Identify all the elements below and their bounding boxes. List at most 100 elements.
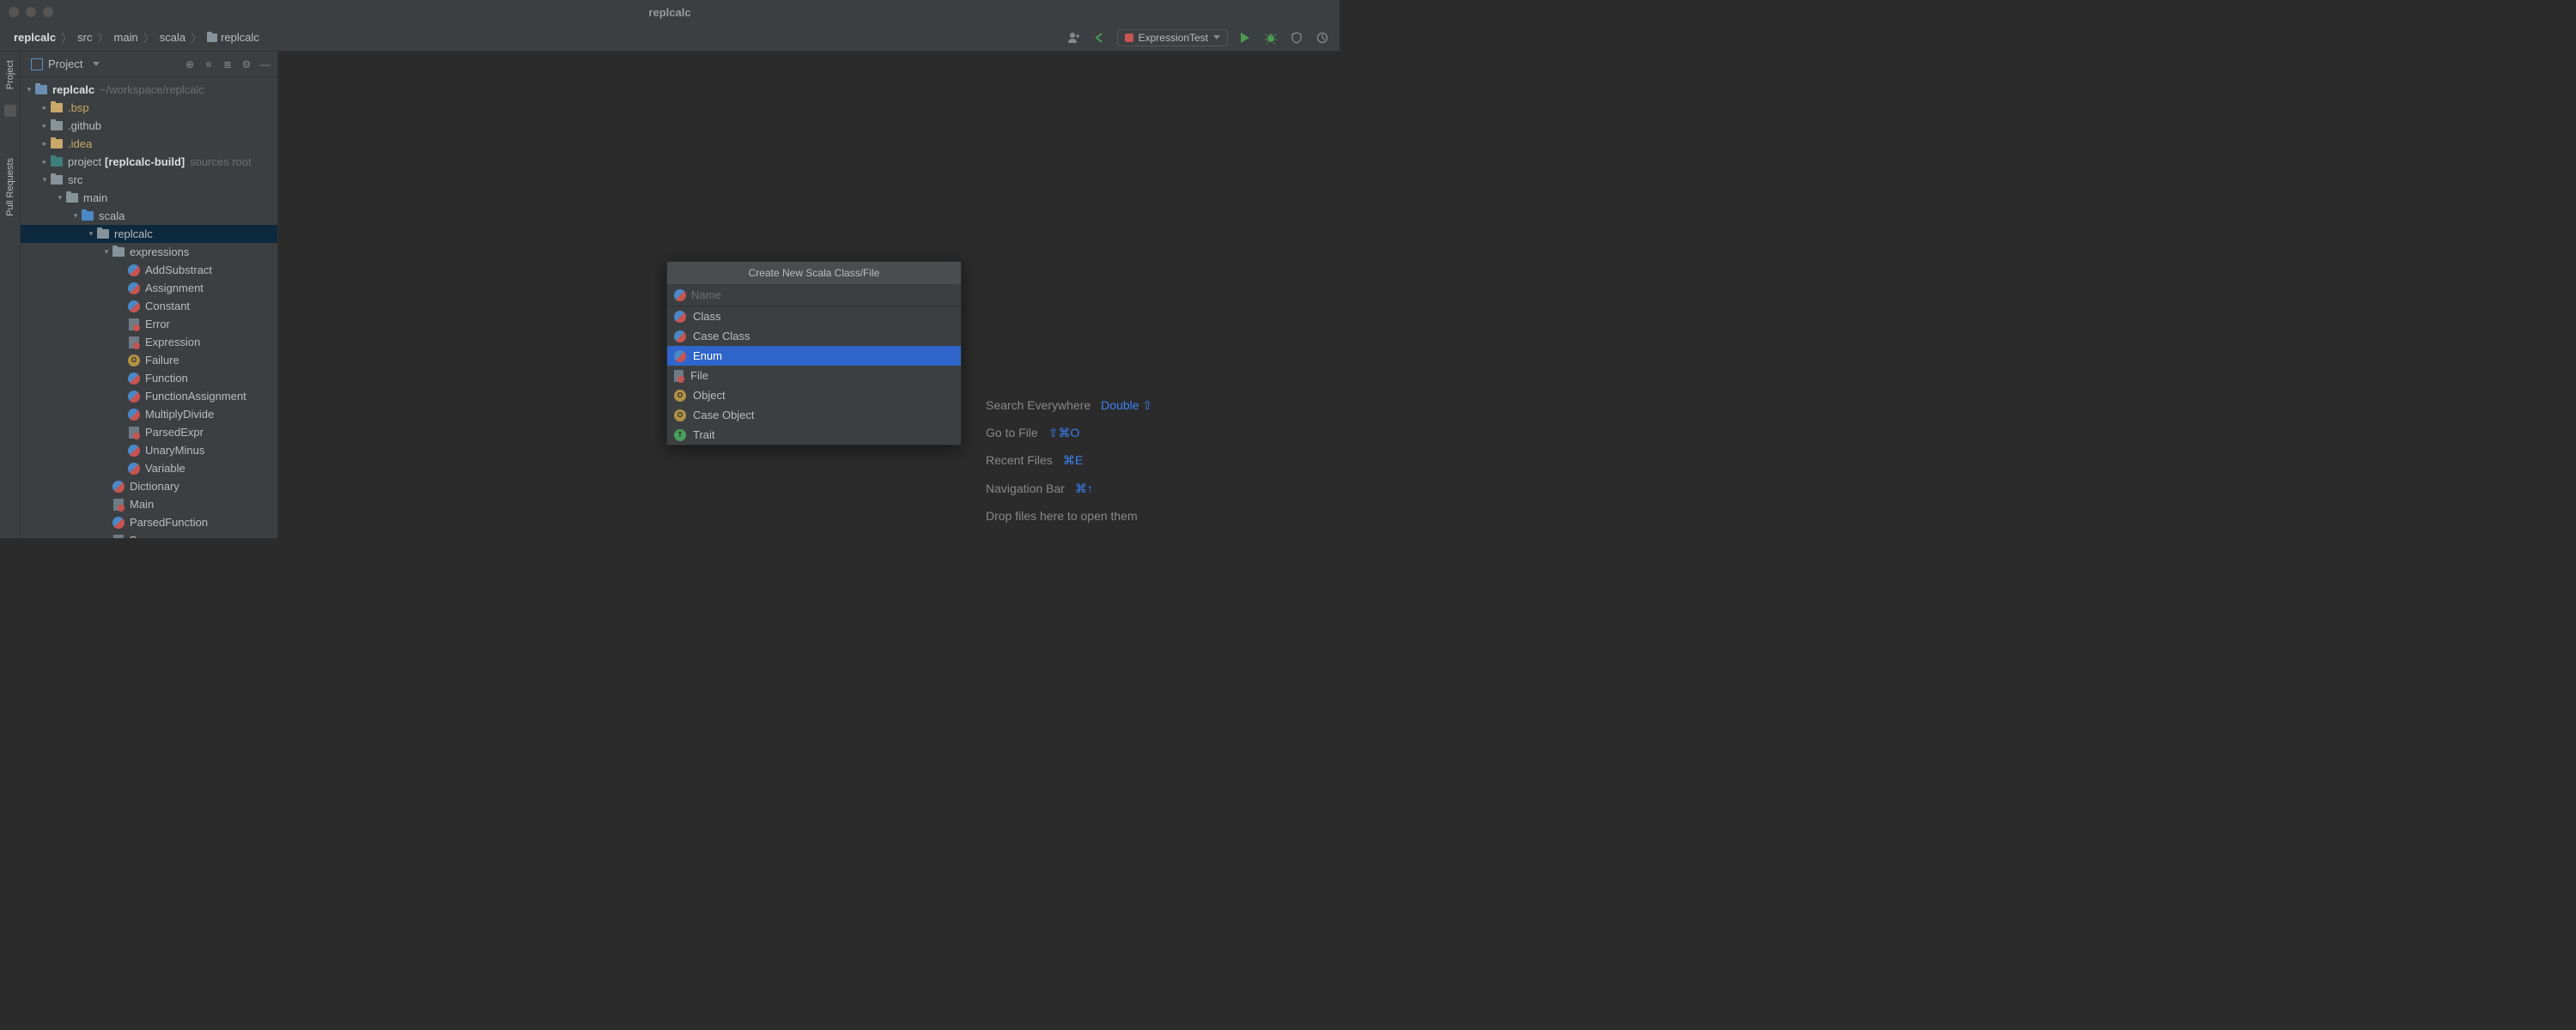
hint-recent: Recent Files: [986, 446, 1053, 474]
zoom-window-icon[interactable]: [43, 7, 53, 17]
breadcrumb-sep-icon: 〉: [98, 29, 109, 45]
project-tree[interactable]: ▾ replcalc ~/workspace/replcalc ▸ .bsp ▸…: [21, 77, 277, 538]
debug-button[interactable]: [1262, 29, 1279, 46]
popup-option-enum[interactable]: Enum: [667, 346, 961, 366]
tree-file-parsedfunction[interactable]: ParsedFunction: [21, 513, 277, 531]
gutter-folder-icon[interactable]: [4, 105, 16, 117]
hide-icon[interactable]: —: [258, 58, 272, 71]
coverage-icon[interactable]: [1288, 29, 1305, 46]
popup-input-row[interactable]: [667, 284, 961, 306]
main-area: Project Pull Requests Project ⊕ ≡ ≣ ⚙ —: [0, 52, 1340, 538]
tree-file-functionassignment[interactable]: FunctionAssignment: [21, 387, 277, 405]
tree-folder-bsp[interactable]: ▸ .bsp: [21, 99, 277, 117]
tree-file-unaryminus[interactable]: UnaryMinus: [21, 441, 277, 459]
class-name-input[interactable]: [691, 288, 954, 301]
welcome-hints: Search EverywhereDouble ⇧ Go to File⇧⌘O …: [986, 391, 1152, 530]
window-controls[interactable]: [9, 7, 53, 17]
tree-folder-idea[interactable]: ▸ .idea: [21, 135, 277, 153]
tree-file-constant[interactable]: Constant: [21, 297, 277, 315]
run-config-selector[interactable]: ExpressionTest: [1117, 29, 1228, 46]
object-icon: O: [674, 390, 686, 402]
window-title: replcalc: [648, 6, 690, 19]
popup-title: Create New Scala Class/File: [667, 262, 961, 284]
project-header: Project ⊕ ≡ ≣ ⚙ —: [21, 52, 277, 77]
tree-file-variable[interactable]: Variable: [21, 459, 277, 477]
case-class-icon: [674, 330, 686, 342]
project-view-selector[interactable]: Project: [26, 55, 105, 73]
toolbar-right: ExpressionTest: [1066, 29, 1331, 46]
tree-folder-replcalc-pkg[interactable]: ▾ replcalc: [21, 225, 277, 243]
tree-file-failure[interactable]: OFailure: [21, 351, 277, 369]
folder-icon: [207, 33, 217, 42]
tree-folder-scala[interactable]: ▾ scala: [21, 207, 277, 225]
popup-option-class[interactable]: Class: [667, 306, 961, 326]
editor-area: Search EverywhereDouble ⇧ Go to File⇧⌘O …: [278, 52, 1340, 538]
project-toolbar: ⊕ ≡ ≣ ⚙ —: [183, 58, 272, 71]
tree-file-multiplydivide[interactable]: MultiplyDivide: [21, 405, 277, 423]
popup-option-file[interactable]: File: [667, 366, 961, 385]
breadcrumb-sep-icon: 〉: [191, 29, 202, 45]
chevron-down-icon: [1213, 35, 1220, 39]
tree-root[interactable]: ▾ replcalc ~/workspace/replcalc: [21, 81, 277, 99]
hint-goto: Go to File: [986, 419, 1038, 446]
hint-navbar: Navigation Bar: [986, 475, 1065, 502]
breadcrumb-sep-icon: 〉: [61, 29, 72, 45]
tree-file-function[interactable]: Function: [21, 369, 277, 387]
trait-icon: T: [674, 429, 686, 441]
navigation-bar: replcalc 〉 src 〉 main 〉 scala 〉 replcalc…: [0, 24, 1340, 52]
tree-file-assignment[interactable]: Assignment: [21, 279, 277, 297]
breadcrumbs[interactable]: replcalc 〉 src 〉 main 〉 scala 〉 replcalc: [14, 29, 259, 45]
tree-file-dictionary[interactable]: Dictionary: [21, 477, 277, 495]
tree-file-parser[interactable]: Parser: [21, 531, 277, 538]
hint-search: Search Everywhere: [986, 391, 1091, 419]
scala-class-icon: [674, 289, 686, 301]
shortcut-search: Double ⇧: [1101, 391, 1152, 419]
breadcrumb-pkg[interactable]: replcalc: [207, 31, 259, 44]
minimize-window-icon[interactable]: [26, 7, 36, 17]
run-button[interactable]: [1236, 29, 1254, 46]
breadcrumb-sep-icon: 〉: [143, 29, 155, 45]
config-icon: [1125, 33, 1133, 42]
case-object-icon: O: [674, 409, 686, 421]
popup-type-list[interactable]: Class Case Class Enum File OObject OCase…: [667, 306, 961, 445]
profiler-icon[interactable]: [1314, 29, 1331, 46]
shortcut-navbar: ⌘↑: [1075, 475, 1093, 502]
locate-icon[interactable]: ⊕: [183, 58, 197, 71]
tree-folder-src[interactable]: ▾ src: [21, 171, 277, 189]
expand-all-icon[interactable]: ≡: [202, 58, 216, 71]
tree-folder-github[interactable]: ▸ .github: [21, 117, 277, 135]
shortcut-goto: ⇧⌘O: [1048, 419, 1080, 446]
tree-folder-expressions[interactable]: ▾ expressions: [21, 243, 277, 261]
hint-drop: Drop files here to open them: [986, 502, 1138, 530]
tree-file-main[interactable]: Main: [21, 495, 277, 513]
close-window-icon[interactable]: [9, 7, 19, 17]
popup-option-case-object[interactable]: OCase Object: [667, 405, 961, 425]
tree-file-error[interactable]: Error: [21, 315, 277, 333]
undo-arrow-icon[interactable]: [1091, 29, 1109, 46]
gutter-tab-pull-requests[interactable]: Pull Requests: [5, 153, 15, 221]
project-tool-window: Project ⊕ ≡ ≣ ⚙ — ▾ replcalc ~/workspace…: [21, 52, 278, 538]
tree-folder-main[interactable]: ▾ main: [21, 189, 277, 207]
chevron-down-icon: [93, 62, 100, 66]
title-bar: replcalc: [0, 0, 1340, 24]
popup-option-case-class[interactable]: Case Class: [667, 326, 961, 346]
breadcrumb-scala[interactable]: scala: [160, 31, 185, 44]
add-user-icon[interactable]: [1066, 29, 1083, 46]
breadcrumb-root[interactable]: replcalc: [14, 31, 56, 44]
popup-option-trait[interactable]: TTrait: [667, 425, 961, 445]
tree-file-addsubstract[interactable]: AddSubstract: [21, 261, 277, 279]
collapse-all-icon[interactable]: ≣: [221, 58, 234, 71]
popup-option-object[interactable]: OObject: [667, 385, 961, 405]
tree-file-expression[interactable]: Expression: [21, 333, 277, 351]
run-config-name: ExpressionTest: [1139, 32, 1208, 44]
breadcrumb-main[interactable]: main: [114, 31, 138, 44]
settings-gear-icon[interactable]: ⚙: [240, 58, 253, 71]
project-icon: [31, 58, 43, 70]
enum-icon: [674, 350, 686, 362]
breadcrumb-src[interactable]: src: [77, 31, 92, 44]
class-icon: [674, 311, 686, 323]
file-icon: [674, 370, 683, 382]
tree-file-parsedexpr[interactable]: ParsedExpr: [21, 423, 277, 441]
gutter-tab-project[interactable]: Project: [5, 55, 15, 94]
tree-folder-project[interactable]: ▸ project [replcalc-build] sources root: [21, 153, 277, 171]
